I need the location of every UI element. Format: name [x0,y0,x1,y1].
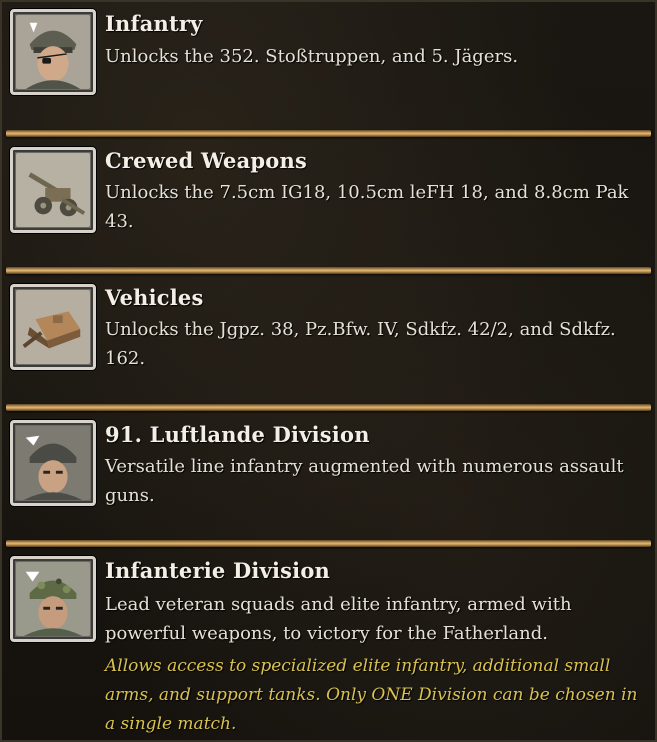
item-infanterie-portrait[interactable] [10,556,96,642]
artillery-gun-icon [16,153,90,227]
item-vehicles-portrait[interactable] [10,284,96,370]
division-note: Allows access to specialized elite infan… [105,656,638,734]
paratrooper-helmet-icon [16,426,90,500]
item-title: Vehicles [105,285,204,310]
item-title: Crewed Weapons [105,148,307,173]
item-description: Unlocks the Jgpz. 38, Pz.Bfw. IV, Sdkfz.… [105,319,616,369]
item-title: 91. Luftlande Division [105,422,370,447]
item-description: Unlocks the 352. Stoßtruppen, and 5. Jäg… [105,46,519,67]
unlock-panel: Infantry Unlocks the 352. Stoßtruppen, a… [0,0,657,742]
soldier-eyepatch-icon [16,15,90,89]
camo-helmet-soldier-icon [16,562,90,636]
item-luftlande-portrait[interactable] [10,420,96,506]
section-divider [6,404,651,411]
item-description: Versatile line infantry augmented with n… [105,456,624,506]
item-crewed-weapons-portrait[interactable] [10,147,96,233]
section-divider [6,130,651,137]
section-divider [6,267,651,274]
item-title: Infanterie Division [105,558,331,583]
tank-destroyer-icon [16,290,90,364]
item-description: Lead veteran squads and elite infantry, … [105,594,572,644]
item-infantry-portrait[interactable] [10,9,96,95]
item-title: Infantry [105,11,203,36]
item-description: Unlocks the 7.5cm IG18, 10.5cm leFH 18, … [105,182,629,232]
section-divider [6,540,651,547]
